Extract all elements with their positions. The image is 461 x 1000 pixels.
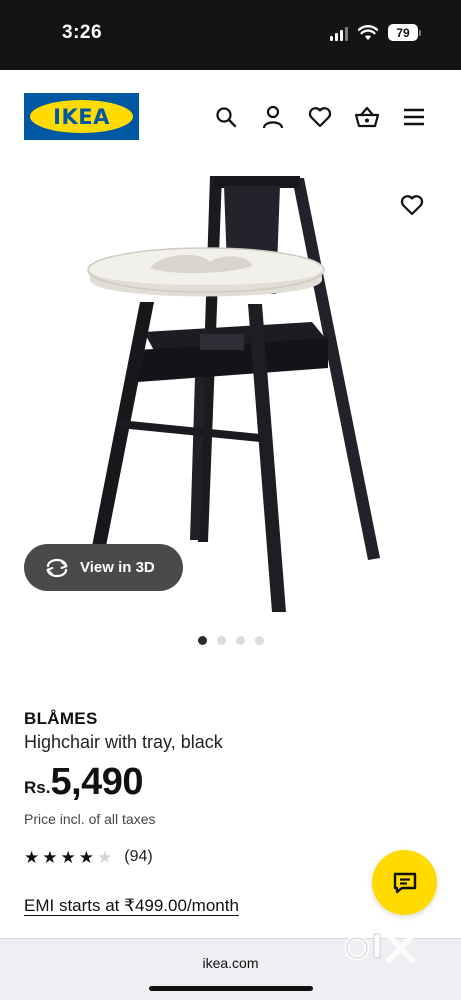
signal-icon: [330, 25, 348, 41]
star-icon: ★: [60, 847, 76, 867]
carousel-dot[interactable]: [217, 636, 226, 645]
star-empty-icon: ★: [97, 847, 113, 867]
battery-level: 79: [388, 24, 418, 41]
status-icons: 79: [330, 24, 421, 41]
chat-button[interactable]: [372, 850, 437, 915]
price-currency: Rs.: [24, 778, 51, 797]
basket-icon[interactable]: [354, 104, 380, 130]
search-icon[interactable]: [213, 104, 239, 130]
price-value: 5,490: [50, 761, 144, 803]
account-icon[interactable]: [260, 104, 286, 130]
ikea-logo[interactable]: IKEA: [24, 93, 139, 140]
star-icon: ★: [24, 847, 40, 867]
carousel-dots: [198, 636, 264, 645]
price-note: Price incl. of all taxes: [24, 811, 156, 827]
carousel-dot[interactable]: [255, 636, 264, 645]
view-in-3d-label: View in 3D: [80, 559, 155, 576]
star-icon: ★: [42, 847, 58, 867]
home-indicator[interactable]: [149, 986, 313, 991]
product-gallery[interactable]: View in 3D: [0, 162, 461, 632]
carousel-dot[interactable]: [236, 636, 245, 645]
rating-reviews[interactable]: ★ ★ ★ ★ ★ (94): [24, 848, 153, 866]
battery-icon: 79: [388, 24, 421, 41]
star-icon: ★: [78, 847, 94, 867]
header-nav: [213, 104, 427, 130]
favourites-icon[interactable]: [307, 104, 333, 130]
carousel-dot[interactable]: [198, 636, 207, 645]
logo-text: IKEA: [53, 104, 110, 129]
product-price: Rs. 5,490: [24, 761, 144, 803]
olx-watermark: [344, 933, 415, 963]
wifi-icon: [358, 24, 378, 40]
rotate-3d-icon: [46, 558, 68, 577]
review-count: (94): [124, 848, 153, 865]
site-header: IKEA: [0, 70, 461, 162]
status-bar: 3:26 79: [0, 0, 461, 70]
product-description: Highchair with tray, black: [24, 732, 223, 752]
emi-link[interactable]: EMI starts at ₹499.00/month: [24, 896, 239, 916]
menu-icon[interactable]: [401, 104, 427, 130]
add-to-favourites-icon[interactable]: [400, 194, 424, 221]
view-in-3d-button[interactable]: View in 3D: [24, 544, 183, 591]
chat-icon: [393, 872, 416, 893]
status-time: 3:26: [62, 22, 103, 43]
product-name: BLÅMES: [24, 709, 98, 728]
